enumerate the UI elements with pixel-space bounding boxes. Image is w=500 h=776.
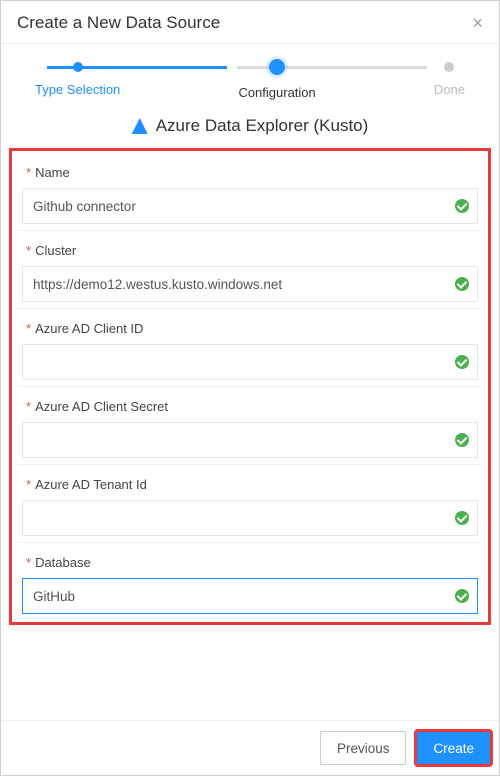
field-client-id: Azure AD Client ID <box>18 308 482 382</box>
close-icon[interactable]: × <box>472 14 483 32</box>
step-type-selection[interactable]: Type Selection <box>35 62 120 97</box>
input-row[interactable] <box>22 344 478 380</box>
tenant-id-input[interactable] <box>33 501 455 535</box>
name-input[interactable] <box>33 189 455 223</box>
step-done: Done <box>434 62 465 97</box>
check-circle-icon <box>455 433 469 447</box>
input-row[interactable] <box>22 500 478 536</box>
field-label: Database <box>26 555 478 570</box>
data-source-name: Azure Data Explorer (Kusto) <box>156 116 369 136</box>
step-dot-icon <box>444 62 454 72</box>
azure-data-explorer-icon <box>132 118 148 134</box>
database-input[interactable] <box>33 579 455 613</box>
check-circle-icon <box>455 199 469 213</box>
field-label: Name <box>26 165 478 180</box>
step-label: Type Selection <box>35 82 120 97</box>
input-row[interactable] <box>22 422 478 458</box>
step-dot-icon <box>269 59 285 75</box>
config-form: Name Cluster Azure AD Client ID Azure AD… <box>9 148 491 625</box>
field-client-secret: Azure AD Client Secret <box>18 386 482 460</box>
input-row[interactable] <box>22 578 478 614</box>
client-secret-input[interactable] <box>33 423 455 457</box>
step-label: Done <box>434 82 465 97</box>
dialog-title: Create a New Data Source <box>17 13 220 33</box>
data-source-title: Azure Data Explorer (Kusto) <box>1 110 499 148</box>
field-database: Database <box>18 542 482 616</box>
wizard-stepper: Type Selection Configuration Done <box>1 44 499 110</box>
step-dot-icon <box>73 62 83 72</box>
check-circle-icon <box>455 589 469 603</box>
input-row[interactable] <box>22 188 478 224</box>
cluster-input[interactable] <box>33 267 455 301</box>
dialog-footer: Previous Create <box>1 720 499 775</box>
step-configuration[interactable]: Configuration <box>238 62 315 100</box>
create-button[interactable]: Create <box>416 731 491 765</box>
field-tenant-id: Azure AD Tenant Id <box>18 464 482 538</box>
step-label: Configuration <box>238 85 315 100</box>
check-circle-icon <box>455 511 469 525</box>
dialog-header: Create a New Data Source × <box>1 1 499 44</box>
field-label: Cluster <box>26 243 478 258</box>
field-cluster: Cluster <box>18 230 482 304</box>
check-circle-icon <box>455 355 469 369</box>
field-name: Name <box>18 157 482 226</box>
client-id-input[interactable] <box>33 345 455 379</box>
input-row[interactable] <box>22 266 478 302</box>
field-label: Azure AD Client Secret <box>26 399 478 414</box>
previous-button[interactable]: Previous <box>320 731 407 765</box>
check-circle-icon <box>455 277 469 291</box>
field-label: Azure AD Client ID <box>26 321 478 336</box>
field-label: Azure AD Tenant Id <box>26 477 478 492</box>
